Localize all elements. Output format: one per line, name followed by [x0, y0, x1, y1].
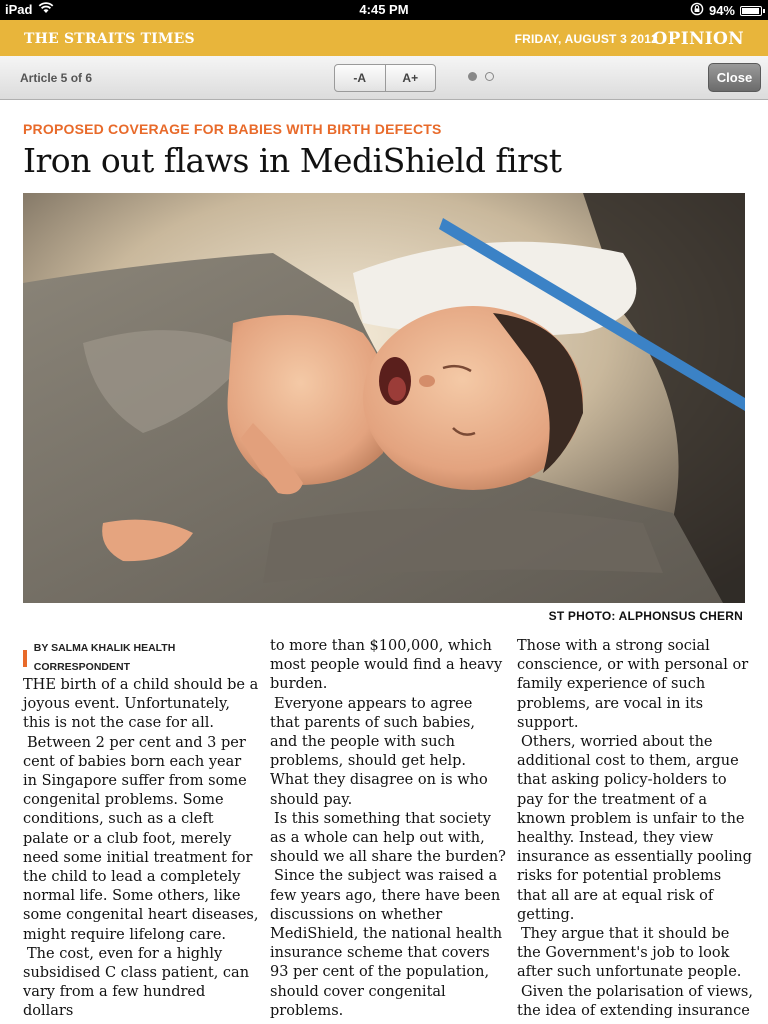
battery-icon — [740, 5, 765, 16]
issue-date: FRIDAY, AUGUST 3 2012 — [514, 32, 658, 46]
rotation-lock-icon — [690, 2, 704, 19]
article-column-3: Those with a strong social conscience, o… — [517, 637, 753, 1021]
section-name: OPINION — [652, 29, 744, 49]
photo-credit: ST PHOTO: ALPHONSUS CHERN — [548, 609, 743, 623]
decrease-font-button[interactable]: -A — [335, 65, 385, 91]
newspaper-logo: THE STRAITS TIMES — [24, 31, 195, 47]
reader-toolbar: Article 5 of 6 -A A+ Close — [0, 56, 768, 100]
paragraph: Is this something that society as a whol… — [270, 810, 506, 866]
article-counter: Article 5 of 6 — [20, 71, 93, 85]
paragraph: Everyone appears to agree that parents o… — [270, 695, 488, 808]
article-column-2: to more than $100,000, which most people… — [270, 637, 506, 1021]
article-kicker: PROPOSED COVERAGE FOR BABIES WITH BIRTH … — [23, 121, 442, 137]
paragraph: to more than $100,000, which most people… — [270, 638, 503, 693]
increase-font-button[interactable]: A+ — [384, 65, 436, 91]
battery-percent: 94% — [708, 3, 735, 18]
article-headline: Iron out flaws in MediShield first — [23, 141, 562, 180]
byline-accent-bar — [23, 649, 27, 667]
page-indicator[interactable] — [468, 72, 494, 81]
article-column-1: BY SALMA KHALIK HEALTH CORRESPONDENT THE… — [23, 637, 259, 1022]
paragraph: Since the subject was raised a few years… — [270, 868, 503, 1019]
paragraph: Given the polarisation of views, the ide… — [517, 983, 753, 1019]
paragraph: Others, worried about the additional cos… — [517, 734, 752, 923]
page-dot[interactable] — [485, 72, 494, 81]
masthead: THE STRAITS TIMES FRIDAY, AUGUST 3 2012 … — [0, 20, 768, 56]
byline: BY SALMA KHALIK HEALTH CORRESPONDENT — [23, 642, 259, 673]
page-dot-active[interactable] — [468, 72, 477, 81]
paragraph: Those with a strong social conscience, o… — [517, 638, 749, 731]
article-photo[interactable] — [23, 193, 745, 603]
font-size-control: -A A+ — [334, 64, 436, 92]
byline-text: BY SALMA KHALIK HEALTH CORRESPONDENT — [33, 641, 176, 673]
close-button[interactable]: Close — [708, 63, 761, 92]
paragraph: They argue that it should be the Governm… — [517, 926, 742, 981]
status-time: 4:45 PM — [359, 2, 409, 17]
status-bar: iPad 4:45 PM 94% — [0, 0, 768, 20]
paragraph: Between 2 per cent and 3 per cent of bab… — [23, 734, 259, 943]
paragraph: The cost, even for a highly subsidised C… — [23, 945, 250, 1020]
paragraph: THE birth of a child should be a joyous … — [23, 677, 259, 732]
